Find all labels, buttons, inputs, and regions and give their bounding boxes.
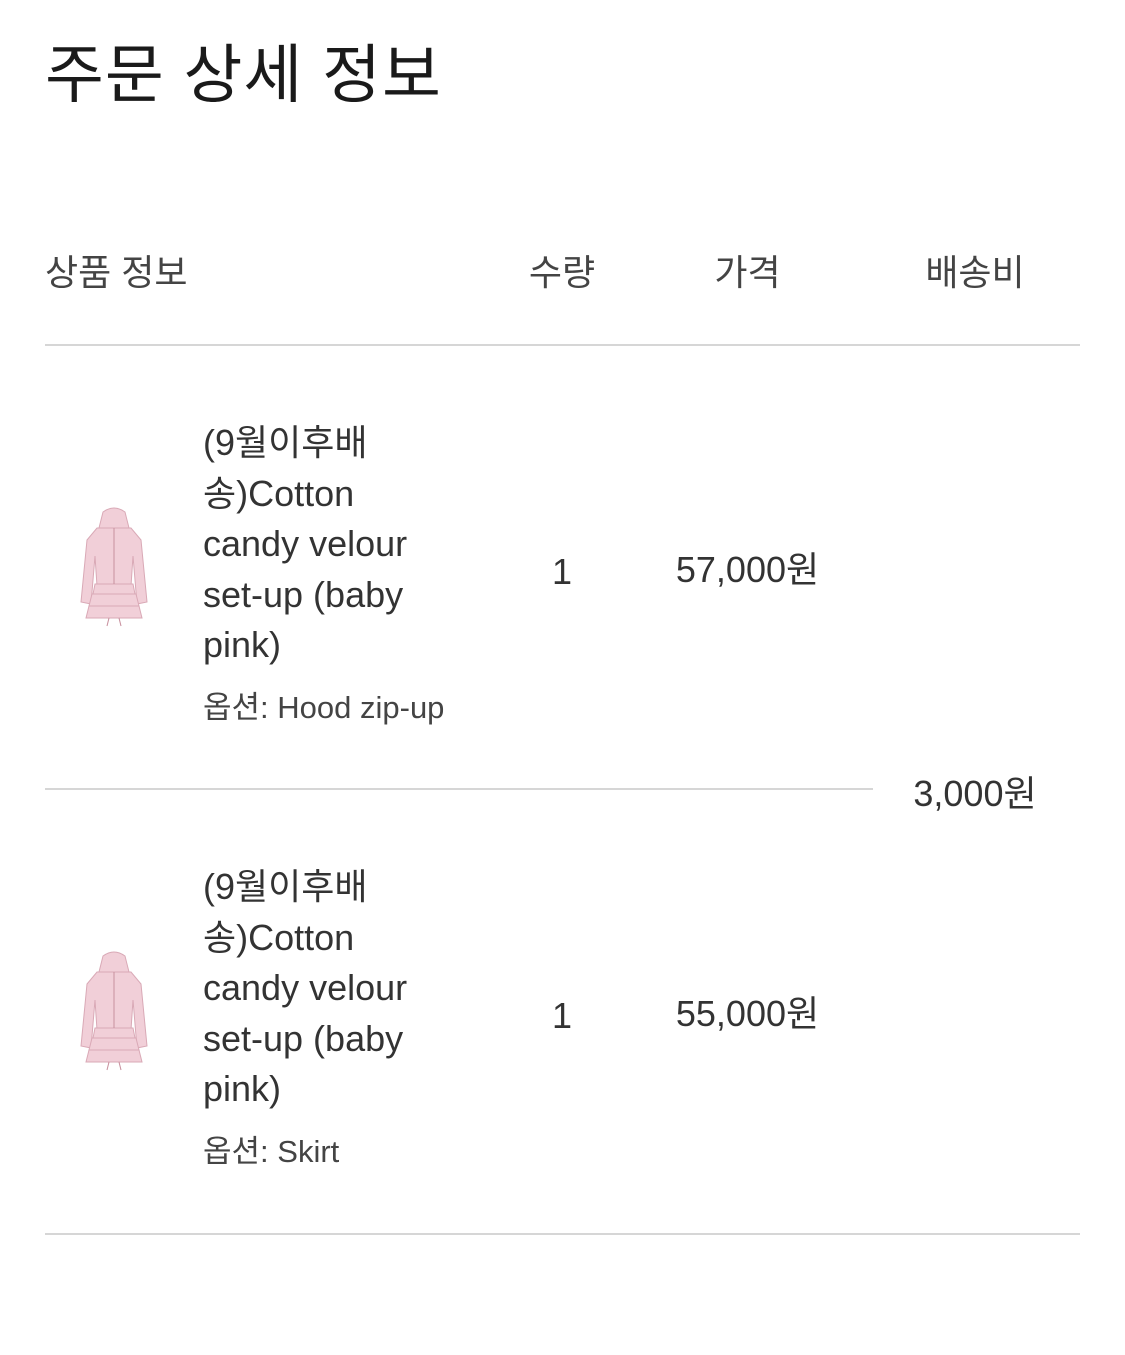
order-item-row: (9월이후배송)Cotton candy velour set-up (baby… xyxy=(45,346,873,790)
product-price: 55,000원 xyxy=(675,993,820,1034)
product-quantity: 1 xyxy=(551,551,573,592)
product-quantity: 1 xyxy=(551,995,573,1036)
product-option: 옵션: Hood zip-up xyxy=(203,690,445,725)
product-name[interactable]: (9월이후배송)Cotton candy velour set-up (baby… xyxy=(203,862,453,1115)
product-name[interactable]: (9월이후배송)Cotton candy velour set-up (baby… xyxy=(203,418,453,671)
shipping-fee-value: 3,000원 xyxy=(913,773,1037,814)
header-price: 가격 xyxy=(714,252,781,293)
product-thumbnail-image[interactable] xyxy=(73,950,155,1072)
product-price: 57,000원 xyxy=(675,549,820,590)
header-quantity: 수량 xyxy=(528,252,596,293)
table-bottom-divider xyxy=(45,1233,1080,1235)
order-item-row: (9월이후배송)Cotton candy velour set-up (baby… xyxy=(45,790,873,1234)
product-thumbnail-image[interactable] xyxy=(73,506,155,628)
header-shipping-fee: 배송비 xyxy=(925,252,1025,293)
page-title: 주문 상세 정보 xyxy=(45,39,442,111)
header-product-info: 상품 정보 xyxy=(45,252,188,293)
product-option: 옵션: Skirt xyxy=(203,1134,340,1169)
